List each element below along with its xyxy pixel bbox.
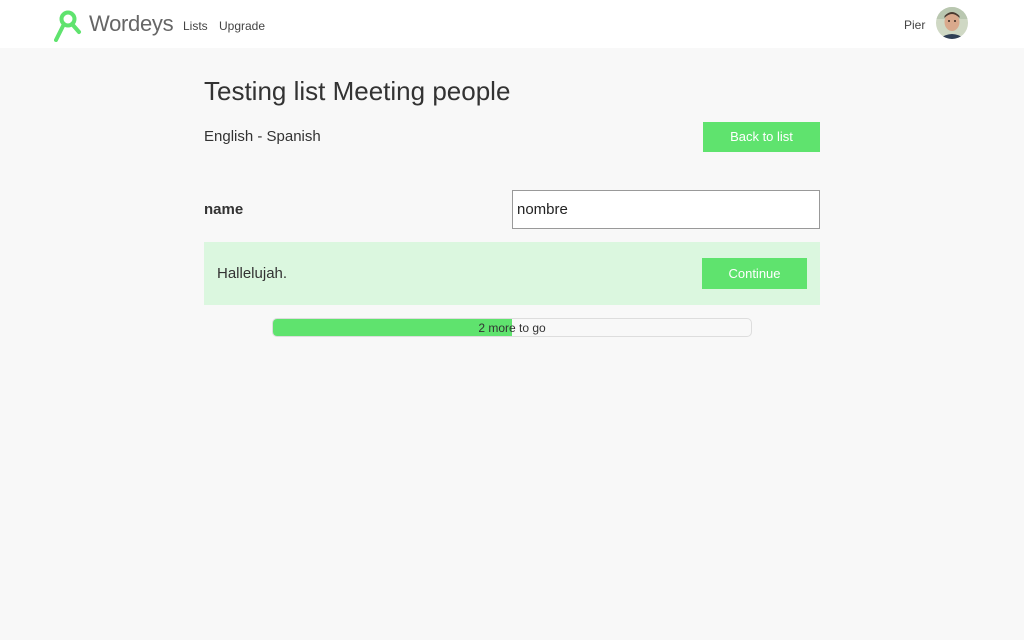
- language-pair: English - Spanish: [204, 128, 321, 145]
- progress-label: 2 more to go: [478, 321, 546, 335]
- answer-input[interactable]: [512, 190, 820, 229]
- user-name[interactable]: Pier: [904, 18, 925, 32]
- top-navbar: Wordeys Lists Upgrade Pier: [0, 0, 1024, 48]
- avatar[interactable]: [936, 7, 968, 39]
- nav-lists-link[interactable]: Lists: [183, 19, 208, 33]
- avatar-image: [936, 7, 968, 39]
- wordeys-logo-icon[interactable]: [54, 10, 82, 42]
- page-title: Testing list Meeting people: [204, 76, 511, 106]
- nav-upgrade-link[interactable]: Upgrade: [219, 19, 265, 33]
- prompt-word: name: [204, 201, 244, 218]
- back-to-list-button[interactable]: Back to list: [703, 122, 820, 152]
- progress-bar: 2 more to go: [272, 318, 752, 337]
- feedback-message: Hallelujah.: [217, 265, 288, 282]
- brand-name[interactable]: Wordeys: [89, 11, 174, 37]
- continue-button[interactable]: Continue: [702, 258, 807, 289]
- feedback-panel: Hallelujah. Continue: [204, 242, 820, 305]
